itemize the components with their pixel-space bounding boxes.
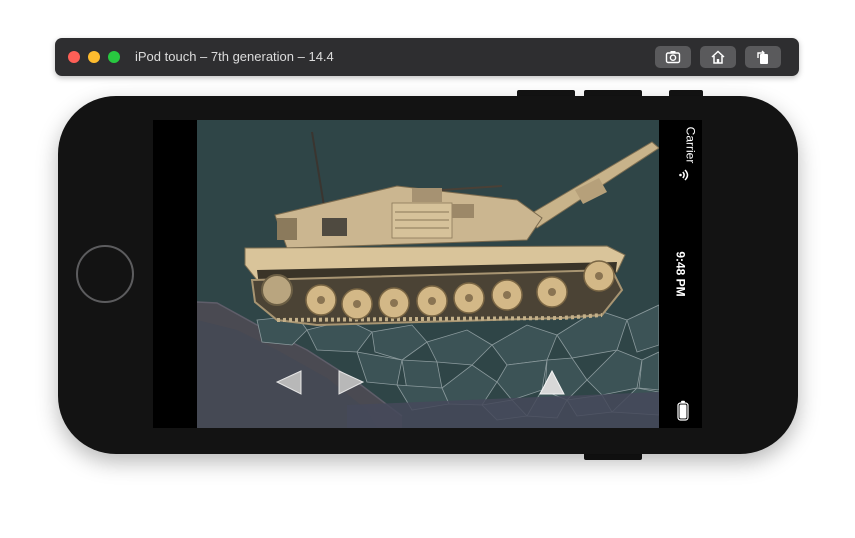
zoom-window-button[interactable] [108, 51, 120, 63]
screenshot-icon [665, 51, 681, 64]
game-view[interactable] [196, 120, 660, 428]
device-screen: Carrier 9:48 PM [153, 120, 702, 428]
minimize-window-button[interactable] [88, 51, 100, 63]
game-scene [196, 131, 660, 428]
status-bar: Carrier 9:48 PM [662, 120, 702, 428]
home-icon [711, 50, 725, 64]
device-home-button[interactable] [76, 245, 134, 303]
battery-icon [677, 400, 689, 421]
window-title: iPod touch – 7th generation – 14.4 [135, 49, 334, 64]
rotate-icon [757, 50, 768, 64]
wifi-icon [679, 169, 689, 181]
clock-label: 9:48 PM [673, 251, 688, 297]
simulator-titlebar: iPod touch – 7th generation – 14.4 [55, 38, 799, 76]
rotate-button[interactable] [745, 46, 781, 68]
carrier-label: Carrier [683, 126, 698, 164]
tank-sprite [244, 131, 660, 327]
screenshot-button[interactable] [655, 46, 691, 68]
ground-strip [347, 392, 659, 428]
close-window-button[interactable] [68, 51, 80, 63]
home-button[interactable] [700, 46, 736, 68]
